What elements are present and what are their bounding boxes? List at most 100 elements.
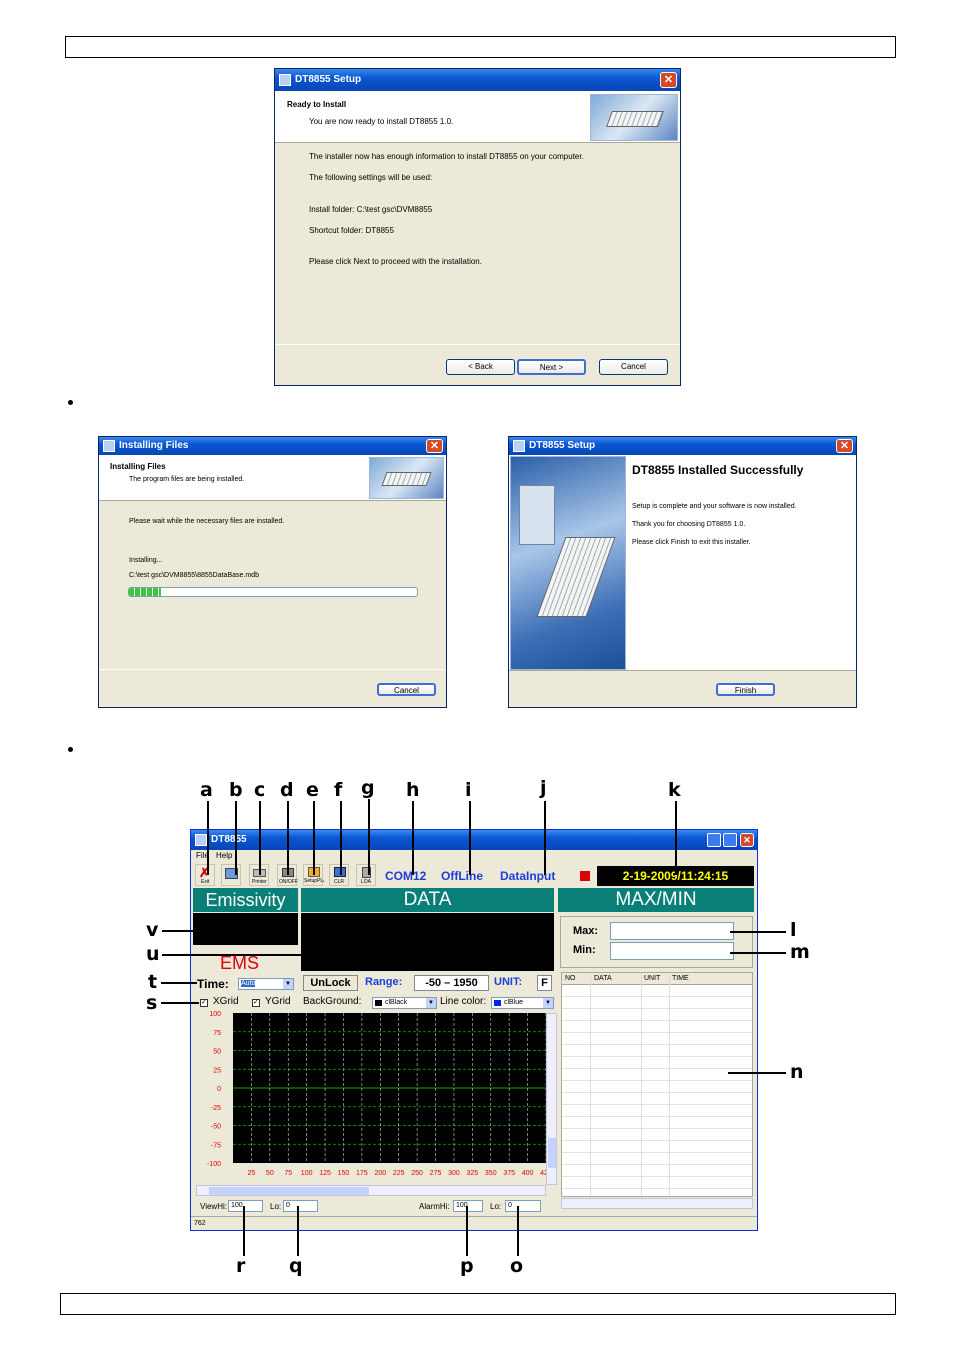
max-value-field[interactable]	[610, 922, 734, 940]
loa-tool-button[interactable]: LOA	[356, 864, 376, 886]
lo2-input[interactable]: 0	[505, 1200, 541, 1212]
close-button[interactable]: ✕	[426, 439, 443, 453]
minimize-button[interactable]	[707, 833, 721, 847]
finish-button[interactable]: Finish	[716, 683, 775, 696]
cancel-button[interactable]: Cancel	[377, 683, 436, 696]
maxmin-header: MAX/MIN	[558, 888, 754, 912]
app-icon	[195, 834, 207, 846]
callout-s: s	[146, 992, 158, 1014]
offline-label: OffLine	[441, 869, 483, 883]
ems-label: EMS	[220, 953, 260, 973]
y-tick-label: 25	[213, 1067, 221, 1074]
col-no[interactable]: NO	[565, 975, 576, 982]
success-heading: DT8855 Installed Successfully	[632, 463, 804, 477]
title-bar: DT8855 Setup ✕	[509, 437, 856, 455]
window-title: Installing Files	[119, 440, 189, 451]
table-hscrollbar[interactable]	[561, 1198, 753, 1209]
blue-swatch	[494, 1000, 501, 1006]
unit-label: UNIT:	[494, 976, 523, 988]
background-value: clBlack	[385, 999, 408, 1006]
banner: Ready to Install You are now ready to in…	[275, 91, 680, 143]
chart-vscrollbar[interactable]	[546, 1013, 557, 1185]
installed-successfully-window: DT8855 Setup ✕ DT8855 Installed Successfu…	[508, 436, 857, 708]
unlock-button[interactable]: UnLock	[303, 975, 358, 991]
window-title: DT8855 Setup	[295, 74, 362, 85]
lo1-input[interactable]: 0	[283, 1200, 318, 1212]
keyboard-graphic	[536, 537, 616, 617]
callout-k: k	[668, 779, 681, 801]
time-select[interactable]: Auto ▼	[238, 978, 294, 990]
menu-bar: File Help	[191, 850, 757, 862]
chart-hscrollbar[interactable]	[196, 1185, 546, 1196]
callout-line-q	[297, 1206, 299, 1256]
x-tick-label: 125	[319, 1170, 331, 1177]
viewhi-input[interactable]: 100	[228, 1200, 263, 1212]
callout-line-f	[340, 801, 342, 875]
info-line-1: The installer now has enough information…	[309, 152, 584, 161]
hscroll-thumb[interactable]	[209, 1187, 369, 1195]
next-button[interactable]: Next >	[517, 359, 586, 375]
x-tick-label: 200	[374, 1170, 386, 1177]
window-title: DT8855 Setup	[529, 440, 596, 451]
ygrid-label: YGrid	[265, 996, 291, 1007]
status-bar: 762	[191, 1216, 757, 1230]
min-value-field[interactable]	[610, 942, 734, 960]
complete-text: Setup is complete and your software is n…	[632, 503, 797, 510]
menu-help[interactable]: Help	[216, 851, 232, 860]
callout-b: b	[229, 779, 243, 801]
col-divider	[641, 973, 642, 1196]
col-divider	[590, 973, 591, 1196]
y-tick-label: -50	[211, 1124, 221, 1131]
exit-label: Exit	[201, 879, 210, 885]
maximize-button[interactable]	[723, 833, 737, 847]
y-tick-label: 0	[217, 1086, 221, 1093]
exit-tool-button[interactable]: ✗ Exit	[195, 864, 215, 886]
viewhi-label: ViewHi:	[200, 1202, 227, 1211]
callout-h: h	[406, 779, 420, 801]
chevron-down-icon: ▼	[426, 998, 436, 1008]
linecolor-select[interactable]: clBlue ▼	[491, 997, 554, 1009]
col-unit[interactable]: UNIT	[644, 975, 660, 982]
proceed-text: Please click Next to proceed with the in…	[309, 257, 482, 266]
setup-label: SetupPLAC	[304, 878, 324, 884]
time-value: Auto	[241, 980, 256, 987]
lo1-label: Lo:	[270, 1202, 282, 1211]
monitor-graphic	[519, 485, 555, 545]
clr-tool-button[interactable]: CLR	[329, 864, 349, 886]
close-button[interactable]: ✕	[836, 439, 853, 453]
callout-e: e	[306, 779, 319, 801]
x-tick-label: 175	[356, 1170, 368, 1177]
x-tick-label: 75	[284, 1170, 292, 1177]
current-file: C:\test gsc\DVM8855\8855DataBase.mdb	[129, 572, 259, 579]
x-tick-label: 50	[266, 1170, 274, 1177]
progress-fill	[129, 588, 161, 596]
keyboard-image	[590, 94, 678, 141]
cancel-button[interactable]: Cancel	[599, 359, 668, 375]
callout-r: r	[236, 1255, 246, 1277]
back-button[interactable]: < Back	[446, 359, 515, 375]
ygrid-checkbox[interactable]: ✓	[252, 999, 260, 1007]
thanks-text: Thank you for choosing DT8855 1.0.	[632, 521, 746, 528]
callout-q: q	[289, 1255, 303, 1277]
close-button[interactable]: ✕	[660, 72, 677, 88]
callout-t: t	[148, 971, 158, 993]
connect-tool-button[interactable]	[221, 864, 241, 886]
alarmhi-label: AlarmHi:	[419, 1202, 450, 1211]
xgrid-checkbox[interactable]: ✓	[200, 999, 208, 1007]
callout-line-a	[207, 801, 209, 875]
col-data[interactable]: DATA	[594, 975, 612, 982]
callout-u: u	[146, 943, 160, 965]
background-select[interactable]: clBlack ▼	[372, 997, 437, 1009]
linecolor-value: clBlue	[504, 999, 524, 1006]
setup-icon	[513, 440, 525, 452]
vscroll-thumb[interactable]	[548, 1138, 556, 1168]
finish-text: Please click Finish to exit this install…	[632, 539, 751, 546]
callout-line-v	[162, 930, 208, 932]
banner-heading: Ready to Install	[287, 100, 347, 109]
callout-line-m	[730, 952, 786, 954]
col-divider	[669, 973, 670, 1196]
alarmhi-input[interactable]: 100	[453, 1200, 483, 1212]
col-time[interactable]: TIME	[672, 975, 689, 982]
close-button[interactable]: ✕	[740, 833, 754, 847]
emissivity-display	[193, 913, 298, 945]
